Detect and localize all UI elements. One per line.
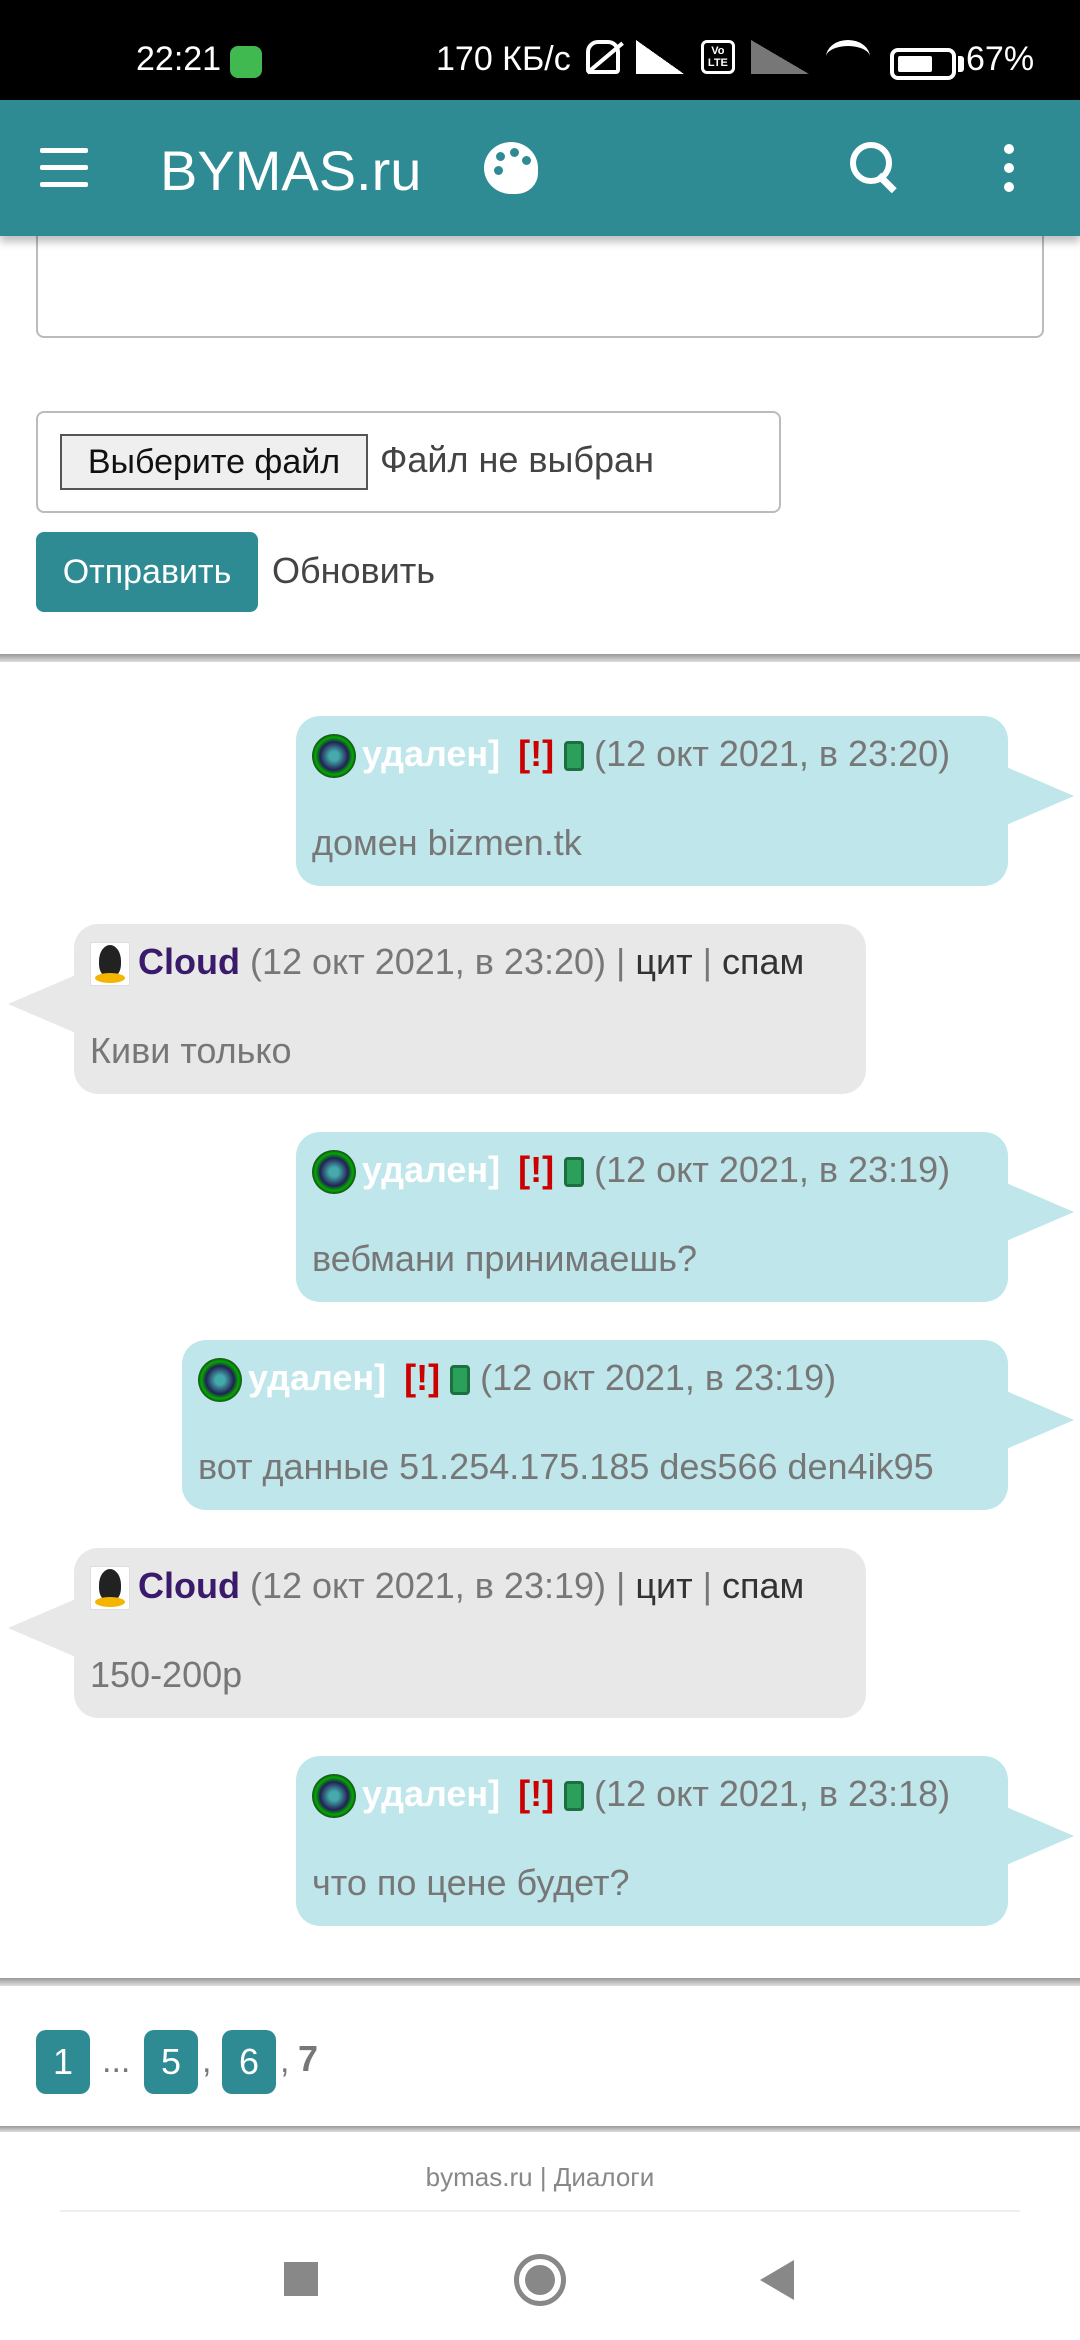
author-name[interactable]: удален] (362, 1773, 500, 1814)
message-form: Выберите файл Файл не выбран Отправить О… (0, 236, 1080, 656)
file-status: Файл не выбран (380, 439, 654, 480)
footer-divider (60, 2210, 1020, 2212)
page-6-link[interactable]: 6 (222, 2030, 276, 2094)
report-flag[interactable]: [!] (518, 733, 554, 774)
current-page: 7 (298, 2038, 319, 2079)
message-text: что по цене будет? (312, 1862, 630, 1903)
menu-icon[interactable] (40, 148, 88, 188)
palette-icon[interactable] (484, 142, 538, 194)
message-bubble: Cloud (12 окт 2021, в 23:19) | цит | спа… (8, 1548, 866, 1718)
phone-icon (450, 1365, 471, 1396)
divider (0, 1978, 1080, 1986)
message-textarea[interactable] (36, 236, 1044, 338)
message-time: (12 окт 2021, в 23:19) (250, 1565, 606, 1606)
avatar[interactable] (312, 1774, 356, 1819)
refresh-link[interactable]: Обновить (272, 550, 435, 592)
message-time: (12 окт 2021, в 23:18) (594, 1773, 951, 1814)
status-time: 22:21 (136, 40, 222, 78)
message-bubble: удален] [!] (12 окт 2021, в 23:18) что по… (296, 1756, 1074, 1926)
author-name[interactable]: удален] (362, 1149, 500, 1190)
message-text: домен bizmen.tk (312, 822, 582, 863)
system-nav-bar (0, 2220, 1080, 2340)
file-input[interactable]: Выберите файл Файл не выбран (36, 411, 781, 513)
back-button[interactable] (760, 2260, 794, 2300)
message-bubble: удален] [!] (12 окт 2021, в 23:19) вот да… (182, 1340, 1074, 1510)
spam-link[interactable]: спам (722, 1565, 804, 1606)
status-icons: Vo LTE (586, 40, 906, 84)
more-vert-icon[interactable] (1004, 144, 1018, 194)
divider (0, 2126, 1080, 2132)
message-bubble: удален] [!] (12 окт 2021, в 23:19) вебман… (296, 1132, 1074, 1302)
message-text: 150-200р (90, 1654, 243, 1695)
battery-percent: 67% (966, 40, 1035, 78)
phone-icon (564, 1781, 585, 1812)
quote-link[interactable]: цит (635, 1565, 692, 1606)
avatar[interactable] (198, 1358, 242, 1403)
message-header: удален] [!] (12 окт 2021, в 23:19) (198, 1354, 837, 1403)
avatar[interactable] (312, 734, 356, 779)
report-flag[interactable]: [!] (518, 1149, 554, 1190)
choose-file-button[interactable]: Выберите файл (60, 434, 368, 490)
page-1-link[interactable]: 1 (36, 2030, 90, 2094)
message-text: Киви только (90, 1030, 292, 1071)
battery-level (898, 56, 932, 72)
phone-icon (564, 741, 585, 772)
volte-icon: Vo LTE (700, 40, 735, 74)
author-name[interactable]: Cloud (138, 1565, 240, 1606)
quote-link[interactable]: цит (635, 941, 692, 982)
footer: bymas.ru | Диалоги (0, 2140, 1080, 2210)
message-text: вебмани принимаешь? (312, 1238, 697, 1279)
author-name[interactable]: удален] (248, 1357, 386, 1398)
author-name[interactable]: удален] (362, 733, 500, 774)
mute-icon (586, 40, 620, 74)
wifi-icon (825, 40, 870, 74)
network-speed: 170 КБ/с (436, 40, 571, 78)
message-time: (12 окт 2021, в 23:20) (594, 733, 951, 774)
message-header: Cloud (12 окт 2021, в 23:20) | цит | спа… (90, 938, 804, 987)
send-button[interactable]: Отправить (36, 532, 258, 612)
message-header: удален] [!] (12 окт 2021, в 23:18) (312, 1770, 951, 1819)
battery-icon (890, 48, 956, 80)
battery-tip (958, 56, 964, 72)
message-header: удален] [!] (12 окт 2021, в 23:20) (312, 730, 951, 779)
avatar[interactable] (90, 1566, 130, 1611)
app-title[interactable]: BYMAS.ru (160, 138, 421, 203)
notification-app-icon (230, 46, 262, 78)
search-icon[interactable] (850, 142, 900, 196)
report-flag[interactable]: [!] (518, 1773, 554, 1814)
report-flag[interactable]: [!] (404, 1357, 440, 1398)
avatar[interactable] (90, 942, 130, 987)
app-bar: BYMAS.ru (0, 100, 1080, 236)
recents-button[interactable] (284, 2262, 318, 2296)
pagination: 1 ... 5 , 6 , 7 (0, 1990, 1080, 2130)
author-name[interactable]: Cloud (138, 941, 240, 982)
message-bubble: Cloud (12 окт 2021, в 23:20) | цит | спа… (8, 924, 866, 1094)
message-time: (12 окт 2021, в 23:19) (594, 1149, 951, 1190)
message-text: вот данные 51.254.175.185 des566 den4ik9… (198, 1446, 934, 1487)
phone-icon (564, 1157, 585, 1188)
signal-icon (636, 40, 685, 74)
message-header: удален] [!] (12 окт 2021, в 23:19) (312, 1146, 951, 1195)
divider (0, 654, 1080, 662)
page-5-link[interactable]: 5 (144, 2030, 198, 2094)
message-bubble: удален] [!] (12 окт 2021, в 23:20) домен … (296, 716, 1074, 886)
signal-4g-icon (751, 40, 810, 74)
footer-text[interactable]: bymas.ru | Диалоги (426, 2162, 655, 2193)
status-bar: 22:21 170 КБ/с Vo LTE 67% (0, 0, 1080, 100)
message-time: (12 окт 2021, в 23:20) (250, 941, 606, 982)
spam-link[interactable]: спам (722, 941, 804, 982)
message-time: (12 окт 2021, в 23:19) (480, 1357, 837, 1398)
avatar[interactable] (312, 1150, 356, 1195)
home-button[interactable] (514, 2254, 566, 2306)
pagination-ellipsis: ... (102, 2042, 131, 2080)
message-header: Cloud (12 окт 2021, в 23:19) | цит | спа… (90, 1562, 804, 1611)
